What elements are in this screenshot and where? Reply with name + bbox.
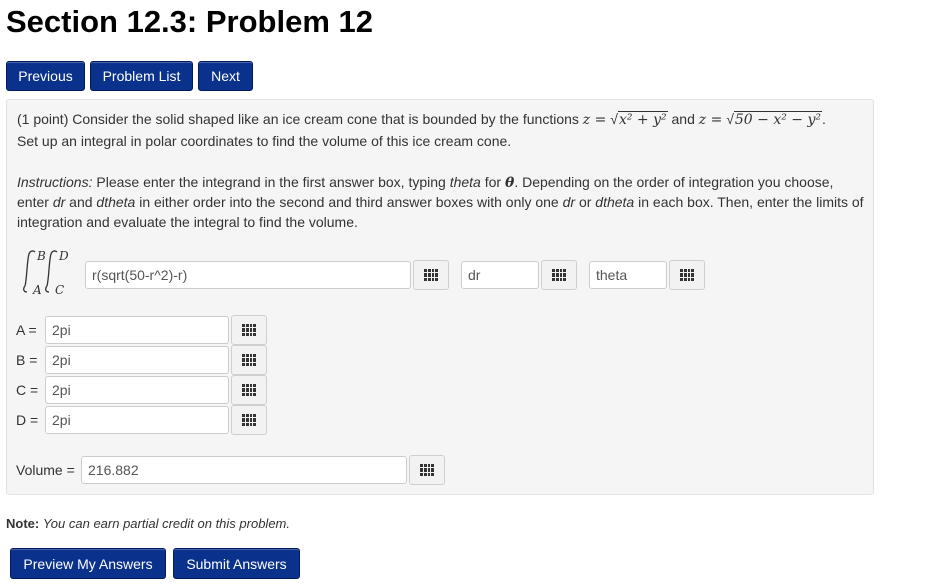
instructions-label: Instructions: (17, 174, 93, 190)
limit-A-input[interactable]: 2pi (45, 316, 229, 344)
grid-icon (242, 324, 256, 336)
preview-answers-button[interactable]: Preview My Answers (10, 548, 166, 579)
eq2-radicand: 50 − x² − y² (733, 111, 822, 128)
volume-input[interactable]: 216.882 (81, 456, 407, 484)
double-integral: B A D C (23, 249, 69, 296)
grid-icon (680, 269, 694, 281)
limit-D-input[interactable]: 2pi (45, 406, 229, 434)
instr2-a: enter (17, 194, 49, 210)
instr-text-b: for (484, 174, 502, 190)
differential-1-input[interactable]: dr (461, 261, 539, 289)
theta-symbol: θ (504, 175, 515, 191)
equation-editor-diff1[interactable] (541, 260, 577, 290)
limit-C-label: C = (16, 382, 39, 398)
grid-icon (420, 464, 434, 476)
problem-statement: (1 point) Consider the solid shaped like… (17, 111, 826, 128)
note-text: You can earn partial credit on this prob… (42, 516, 290, 531)
limit-D-label: D = (16, 412, 39, 428)
limit-B-label: B = (16, 352, 38, 368)
instr-text-a: Please enter the integrand in the first … (96, 174, 446, 190)
problem-panel: (1 point) Consider the solid shaped like… (6, 99, 874, 495)
volume-label: Volume = (16, 462, 75, 478)
equation-editor-C[interactable] (231, 375, 267, 405)
equation-editor-D[interactable] (231, 405, 267, 435)
problem-line2: Set up an integral in polar coordinates … (17, 133, 512, 149)
eq1-radicand: x² + y² (617, 111, 668, 128)
equation-editor-volume[interactable] (409, 455, 445, 485)
instr2-dr: dr (52, 194, 66, 210)
period: . (822, 111, 826, 127)
instr2-dr2: dr (562, 194, 576, 210)
equation-editor-diff2[interactable] (669, 260, 705, 290)
instr2-e: in each box. Then, enter the limits of (638, 194, 864, 210)
instr-theta-word: theta (449, 174, 481, 190)
sqrt-sign-2: √ (726, 111, 734, 127)
next-button[interactable]: Next (198, 61, 253, 91)
grid-icon (424, 269, 438, 281)
integrand-input[interactable]: r(sqrt(50-r^2)-r) (85, 261, 411, 289)
partial-credit-note: Note: You can earn partial credit on thi… (6, 516, 290, 531)
upper-limit-B: B (36, 249, 46, 263)
lower-limit-A: A (32, 283, 42, 296)
previous-button[interactable]: Previous (6, 61, 85, 91)
and-word: and (671, 111, 695, 127)
instructions-line1: Instructions: Please enter the integrand… (17, 174, 833, 191)
eq2-left: z = (698, 112, 723, 128)
eq1-left: z = (582, 112, 607, 128)
problem-intro: (1 point) Consider the solid shaped like… (17, 111, 579, 127)
grid-icon (242, 414, 256, 426)
instructions-line3: integration and evaluate the integral to… (17, 214, 358, 230)
instr-text-c: . Depending on the order of integration … (514, 174, 834, 190)
lower-limit-C: C (55, 283, 64, 296)
upper-limit-D: D (58, 249, 69, 263)
page-title: Section 12.3: Problem 12 (6, 4, 373, 39)
problem-list-button[interactable]: Problem List (90, 61, 193, 91)
equation-editor-B[interactable] (231, 345, 267, 375)
instr2-c: in either order into the second and thir… (139, 194, 559, 210)
instr2-d: or (578, 194, 592, 210)
equation-editor-integrand[interactable] (413, 260, 449, 290)
instr2-b: and (69, 194, 93, 210)
submit-answers-button[interactable]: Submit Answers (173, 548, 300, 579)
instr2-dtheta2: dtheta (595, 194, 635, 210)
limit-C-input[interactable]: 2pi (45, 376, 229, 404)
differential-2-input[interactable]: theta (589, 261, 667, 289)
sqrt-sign-1: √ (610, 111, 618, 127)
grid-icon (552, 269, 566, 281)
grid-icon (242, 354, 256, 366)
limit-A-label: A = (16, 322, 37, 338)
note-label: Note: (6, 516, 40, 531)
equation-editor-A[interactable] (231, 315, 267, 345)
instr2-dtheta: dtheta (96, 194, 136, 210)
limit-B-input[interactable]: 2pi (45, 346, 229, 374)
instructions-line2: enter dr and dtheta in either order into… (17, 194, 864, 210)
grid-icon (242, 384, 256, 396)
